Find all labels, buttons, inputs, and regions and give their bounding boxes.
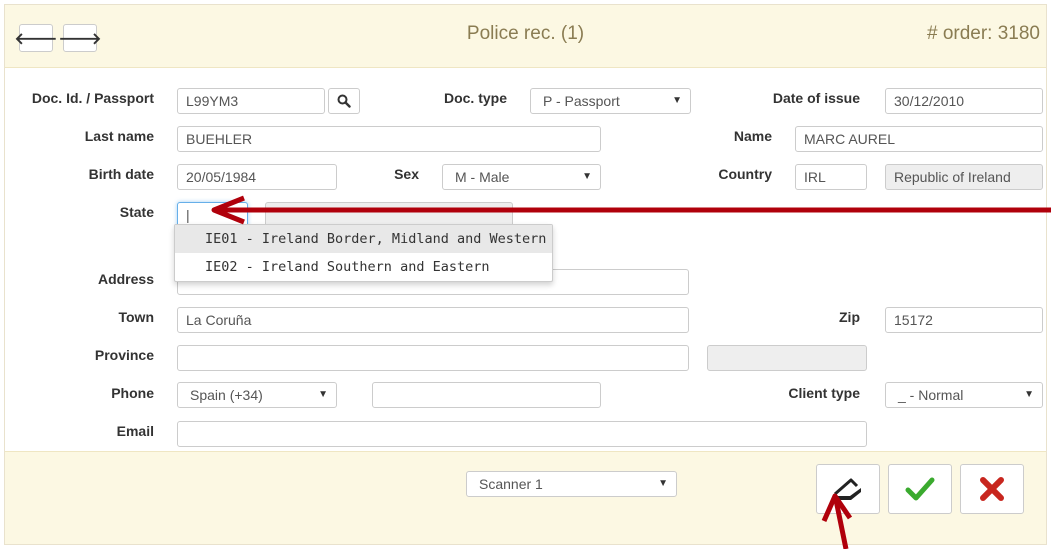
email-input[interactable] [177, 421, 867, 447]
client-type-label: Client type [788, 385, 860, 401]
date-issue-input[interactable]: 30/12/2010 [885, 88, 1043, 114]
doc-id-label: Doc. Id. / Passport [31, 90, 154, 106]
state-option-ie01[interactable]: IE01 - Ireland Border, Midland and Weste… [175, 225, 552, 253]
date-issue-label: Date of issue [772, 90, 860, 106]
province-input[interactable] [177, 345, 689, 371]
town-label: Town [118, 309, 154, 325]
confirm-button[interactable] [888, 464, 952, 514]
last-name-label: Last name [84, 128, 154, 144]
email-label: Email [116, 423, 154, 439]
sex-select[interactable]: M - Male ▼ [442, 164, 601, 190]
doc-search-button[interactable] [328, 88, 360, 114]
cancel-button[interactable] [960, 464, 1024, 514]
phone-prefix-select[interactable]: Spain (+34) ▼ [177, 382, 337, 408]
country-label: Country [718, 166, 772, 182]
chevron-down-icon: ▼ [582, 171, 592, 182]
scanner-select[interactable]: Scanner 1 ▼ [466, 471, 677, 497]
page-title: Police rec. (1) [466, 23, 585, 44]
chevron-down-icon: ▼ [1024, 389, 1034, 400]
doc-type-value: P - Passport [543, 93, 620, 109]
phone-input[interactable] [372, 382, 601, 408]
address-label: Address [97, 271, 154, 287]
sex-value: M - Male [455, 169, 510, 185]
birth-date-label: Birth date [88, 166, 154, 182]
zip-input[interactable]: 15172 [885, 307, 1043, 333]
chevron-down-icon: ▼ [672, 95, 682, 106]
birth-date-input[interactable]: 20/05/1984 [177, 164, 337, 190]
client-type-value: _ - Normal [898, 387, 964, 403]
search-icon [337, 94, 351, 108]
sex-label: Sex [394, 166, 419, 182]
zip-label: Zip [839, 309, 860, 325]
province-label: Province [94, 347, 154, 363]
state-label: State [119, 204, 154, 220]
close-icon [980, 477, 1004, 501]
client-type-select[interactable]: _ - Normal ▼ [885, 382, 1043, 408]
scan-button[interactable] [816, 464, 880, 514]
state-option-ie02[interactable]: IE02 - Ireland Southern and Eastern [175, 253, 552, 281]
scanner-icon [834, 478, 861, 500]
chevron-down-icon: ▼ [658, 478, 668, 489]
phone-prefix-value: Spain (+34) [190, 387, 263, 403]
doc-type-label: Doc. type [443, 90, 507, 106]
last-name-input[interactable]: BUEHLER [177, 126, 601, 152]
order-number: # order: 3180 [926, 23, 1040, 44]
country-code-input[interactable]: IRL [795, 164, 867, 190]
name-input[interactable]: MARC AUREL [795, 126, 1043, 152]
scanner-value: Scanner 1 [479, 476, 543, 492]
chevron-down-icon: ▼ [318, 389, 328, 400]
name-label: Name [733, 128, 772, 144]
phone-label: Phone [111, 385, 154, 401]
checkmark-icon [905, 477, 935, 501]
state-autocomplete-dropdown: IE01 - Ireland Border, Midland and Weste… [174, 224, 553, 282]
doc-type-select[interactable]: P - Passport ▼ [530, 88, 691, 114]
doc-id-input[interactable]: L99YM3 [177, 88, 325, 114]
country-name-field: Republic of Ireland [885, 164, 1043, 190]
panel-header: 🡐 🡒 Police rec. (1) # order: 3180 [5, 5, 1046, 68]
town-input[interactable]: La Coruña [177, 307, 689, 333]
province-name-field [707, 345, 867, 371]
